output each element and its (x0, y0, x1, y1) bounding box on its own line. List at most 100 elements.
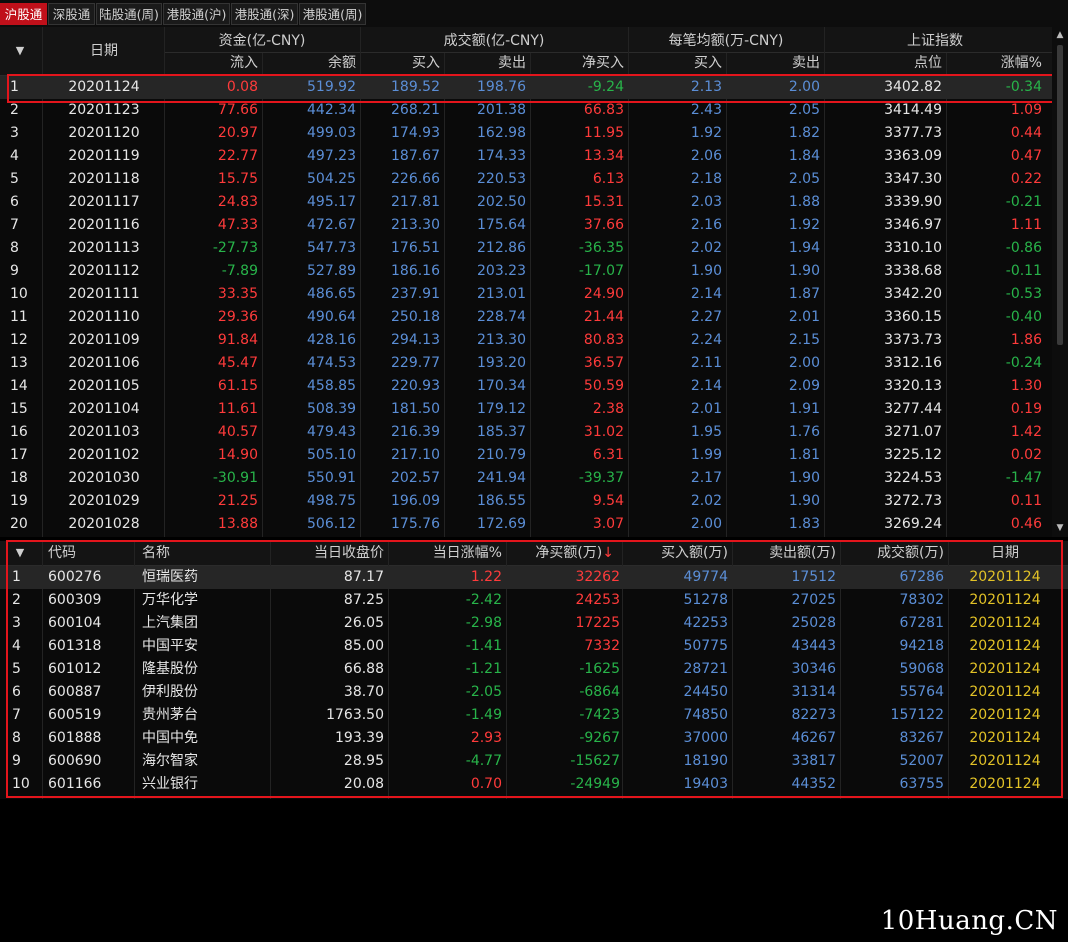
table-row[interactable]: 10 20201111 33.35 486.65 237.91 213.01 24.90 2.… (0, 283, 1052, 306)
table-row[interactable]: 4 20201119 22.77 497.23 187.67 174.33 13.34 2.0… (0, 145, 1052, 168)
table-row[interactable]: 20 20201028 13.88 506.12 175.76 172.69 3.07 2.0… (0, 513, 1052, 536)
col-index-change[interactable]: 涨幅% (946, 51, 1042, 75)
cell-sell: 30346 (791, 661, 836, 677)
table-row[interactable]: 5 601012 隆基股份 66.88 -1.21 -1625 28721 30346 5906… (0, 658, 1068, 681)
cell-net: 17225 (575, 615, 620, 631)
cell-date: 20201110 (68, 309, 140, 325)
cell-close: 87.17 (343, 569, 384, 585)
table-row[interactable]: 1 20201124 0.08 519.92 189.52 198.76 -9.24 2.13… (0, 76, 1052, 99)
tab-southbound-weekly[interactable]: 港股通(周) (299, 3, 366, 25)
cell-avg-sell: 2.00 (788, 355, 820, 371)
cell-inflow: 29.36 (217, 309, 258, 325)
row-index: 5 (10, 171, 19, 187)
cell-chg: 0.70 (470, 776, 502, 792)
cell-sell: 170.34 (477, 378, 526, 394)
table-row[interactable]: 9 600690 海尔智家 28.95 -4.77 -15627 18190 33817 520… (0, 750, 1068, 773)
cell-index: 3414.49 (884, 102, 942, 118)
col-sell-amount[interactable]: 卖出额(万) (734, 541, 836, 565)
table-row[interactable]: 1 600276 恒瑞医药 87.17 1.22 32262 49774 17512 67286… (0, 566, 1068, 589)
cell-avg-buy: 1.92 (690, 125, 722, 141)
cell-avg-sell: 1.82 (788, 125, 820, 141)
cell-inflow: 61.15 (217, 378, 258, 394)
table-row[interactable]: 7 600519 贵州茅台 1763.50 -1.49 -7423 74850 82273 15… (0, 704, 1068, 727)
cell-buy: 226.66 (391, 171, 440, 187)
cell-buy: 18190 (683, 753, 728, 769)
cell-date: 20201124 (969, 638, 1041, 654)
col-inflow[interactable]: 流入 (164, 51, 258, 75)
table-row[interactable]: 13 20201106 45.47 474.53 229.77 193.20 36.57 2.… (0, 352, 1052, 375)
cell-avg-sell: 1.81 (788, 447, 820, 463)
col-sell[interactable]: 卖出 (444, 51, 526, 75)
col-balance[interactable]: 余额 (262, 51, 356, 75)
table-row[interactable]: 5 20201118 15.75 504.25 226.66 220.53 6.13 2.18… (0, 168, 1052, 191)
table-row[interactable]: 8 20201113 -27.73 547.73 176.51 212.86 -36.35 2… (0, 237, 1052, 260)
tab-southbound-sz[interactable]: 港股通(深) (231, 3, 298, 25)
cell-inflow: 15.75 (217, 171, 258, 187)
table-row[interactable]: 3 600104 上汽集团 26.05 -2.98 17225 42253 25028 6728… (0, 612, 1068, 635)
col-turnover[interactable]: 成交额(万) (842, 541, 944, 565)
table-row[interactable]: 8 601888 中国中免 193.39 2.93 -9267 37000 46267 8326… (0, 727, 1068, 750)
col-buy-amount[interactable]: 买入额(万) (624, 541, 728, 565)
table-row[interactable]: 15 20201104 11.61 508.39 181.50 179.12 2.38 2.0… (0, 398, 1052, 421)
cell-avg-sell: 1.92 (788, 217, 820, 233)
row-index: 2 (10, 102, 19, 118)
table-row[interactable]: 6 600887 伊利股份 38.70 -2.05 -6864 24450 31314 5576… (0, 681, 1068, 704)
cell-avg-buy: 1.99 (690, 447, 722, 463)
sort-desc-icon: ↓ (602, 545, 614, 561)
col-avg-sell[interactable]: 卖出 (726, 51, 820, 75)
cell-buy: 181.50 (391, 401, 440, 417)
cell-date: 20201124 (969, 592, 1041, 608)
cell-code: 600104 (48, 615, 102, 631)
col-net-buy[interactable]: 净买额(万)↓ (508, 541, 614, 565)
table-row[interactable]: 18 20201030 -30.91 550.91 202.57 241.94 -39.37… (0, 467, 1052, 490)
tab-shanghai-connect[interactable]: 沪股通 (0, 3, 47, 25)
cell-inflow: 77.66 (217, 102, 258, 118)
cell-avg-buy: 2.14 (690, 378, 722, 394)
col-name[interactable]: 名称 (142, 541, 170, 565)
sort-arrow-icon[interactable]: ▼ (8, 39, 32, 63)
cell-index: 3347.30 (884, 171, 942, 187)
table-row[interactable]: 7 20201116 47.33 472.67 213.30 175.64 37.66 2.1… (0, 214, 1052, 237)
col-close-price[interactable]: 当日收盘价 (272, 541, 384, 565)
row-index: 17 (10, 447, 28, 463)
tab-shenzhen-connect[interactable]: 深股通 (48, 3, 95, 25)
table-row[interactable]: 4 601318 中国平安 85.00 -1.41 7332 50775 43443 94218… (0, 635, 1068, 658)
col-date[interactable]: 日期 (44, 39, 164, 63)
table-row[interactable]: 17 20201102 14.90 505.10 217.10 210.79 6.31 1.9… (0, 444, 1052, 467)
table-row[interactable]: 19 20201029 21.25 498.75 196.09 186.55 9.54 2.0… (0, 490, 1052, 513)
table-row[interactable]: 10 601166 兴业银行 20.08 0.70 -24949 19403 44352 637… (0, 773, 1068, 796)
cell-idx: 2 (12, 592, 21, 608)
cell-avg-buy: 2.43 (690, 102, 722, 118)
table-row[interactable]: 14 20201105 61.15 458.85 220.93 170.34 50.59 2.… (0, 375, 1052, 398)
cell-chg: 0.02 (1010, 447, 1042, 463)
col-date[interactable]: 日期 (950, 541, 1060, 565)
table-row[interactable]: 16 20201103 40.57 479.43 216.39 185.37 31.02 1.… (0, 421, 1052, 444)
table-row[interactable]: 12 20201109 91.84 428.16 294.13 213.30 80.83 2.… (0, 329, 1052, 352)
cell-chg: 0.22 (1010, 171, 1042, 187)
col-daily-change[interactable]: 当日涨幅% (390, 541, 502, 565)
vertical-scrollbar[interactable]: ▲ ▼ (1052, 27, 1068, 537)
tab-northbound-weekly[interactable]: 陆股通(周) (96, 3, 162, 25)
table-row[interactable]: 11 20201110 29.36 490.64 250.18 228.74 21.44 2.… (0, 306, 1052, 329)
scrollbar-thumb[interactable] (1057, 45, 1063, 345)
table-row[interactable]: 9 20201112 -7.89 527.89 186.16 203.23 -17.07 1.… (0, 260, 1052, 283)
col-avg-buy[interactable]: 买入 (628, 51, 722, 75)
sort-arrow-icon[interactable]: ▼ (8, 541, 32, 565)
cell-chg: -1.47 (1005, 470, 1042, 486)
cell-name: 中国中免 (142, 730, 198, 746)
table-row[interactable]: 2 600309 万华化学 87.25 -2.42 24253 51278 27025 7830… (0, 589, 1068, 612)
cell-buy: 237.91 (391, 286, 440, 302)
cell-code: 600276 (48, 569, 102, 585)
col-net-buy[interactable]: 净买入 (530, 51, 624, 75)
col-buy[interactable]: 买入 (360, 51, 440, 75)
table-row[interactable]: 6 20201117 24.83 495.17 217.81 202.50 15.31 2.0… (0, 191, 1052, 214)
table-row[interactable]: 3 20201120 20.97 499.03 174.93 162.98 11.95 1.9… (0, 122, 1052, 145)
cell-idx: 4 (12, 638, 21, 654)
table-row[interactable]: 2 20201123 77.66 442.34 268.21 201.38 66.83 2.4… (0, 99, 1052, 122)
group-sse-index: 上证指数 (907, 33, 963, 49)
scroll-up-icon[interactable]: ▲ (1055, 30, 1065, 40)
col-index-points[interactable]: 点位 (824, 51, 942, 75)
col-code[interactable]: 代码 (48, 541, 76, 565)
tab-southbound-sh[interactable]: 港股通(沪) (163, 3, 230, 25)
scroll-down-icon[interactable]: ▼ (1055, 523, 1065, 533)
